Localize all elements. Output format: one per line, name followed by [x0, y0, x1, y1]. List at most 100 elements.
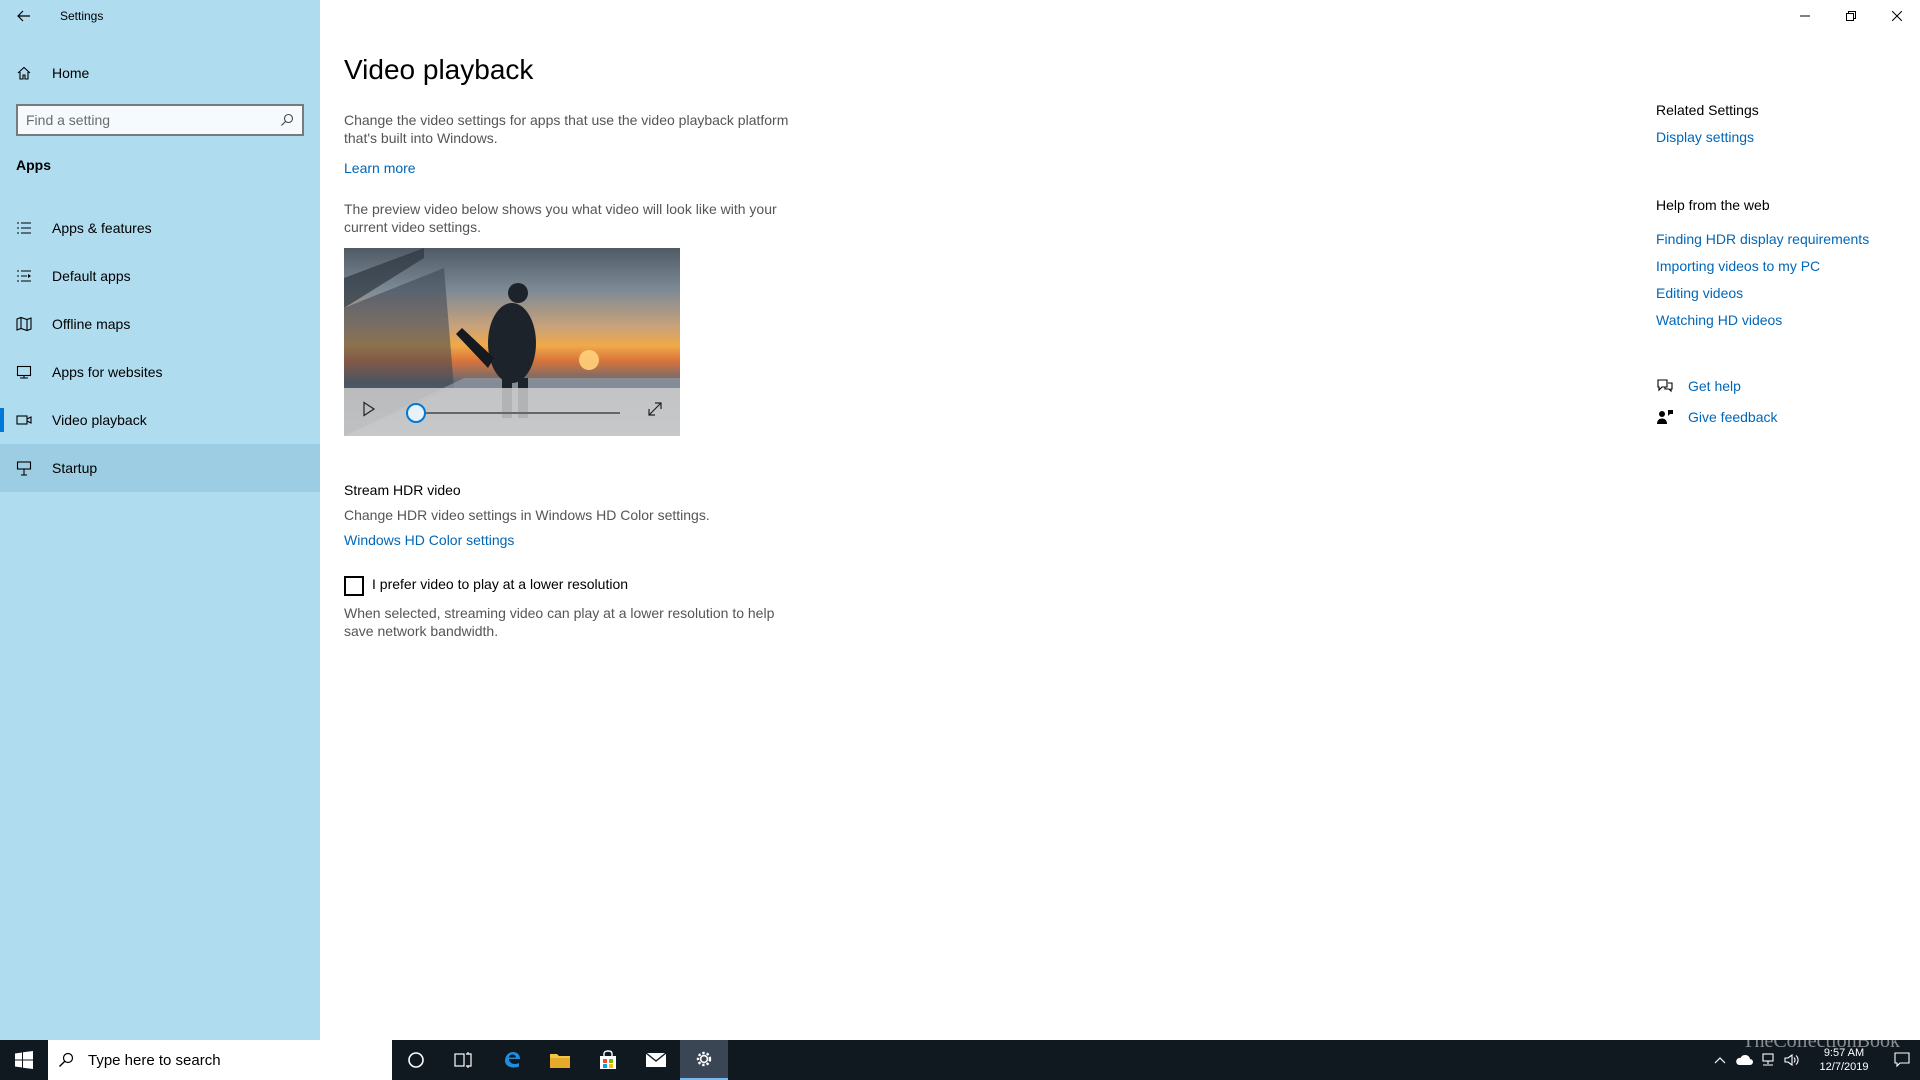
- get-help-row[interactable]: Get help: [1656, 378, 1741, 394]
- show-hidden-icons-button[interactable]: [1708, 1056, 1732, 1064]
- intro-text: Change the video settings for apps that …: [344, 112, 789, 146]
- restore-button[interactable]: [1828, 0, 1874, 32]
- onedrive-button[interactable]: [1732, 1054, 1756, 1066]
- mail-button[interactable]: [632, 1040, 680, 1080]
- lower-resolution-description: When selected, streaming video can play …: [344, 605, 775, 639]
- taskbar-search-placeholder: Type here to search: [88, 1051, 221, 1069]
- video-preview[interactable]: [344, 248, 680, 436]
- sidebar-item-label: Offline maps: [52, 316, 131, 332]
- gear-icon: [696, 1051, 712, 1067]
- help-link-hdr-requirements[interactable]: Finding HDR display requirements: [1656, 231, 1869, 247]
- cortana-icon: [408, 1052, 424, 1068]
- related-settings-title: Related Settings: [1656, 102, 1759, 118]
- give-feedback-row[interactable]: Give feedback: [1656, 409, 1778, 425]
- default-apps-icon: [16, 268, 38, 284]
- video-seek-track[interactable]: [406, 412, 620, 414]
- back-arrow-icon: [17, 10, 30, 22]
- get-help-icon: [1656, 378, 1676, 394]
- help-from-web-title: Help from the web: [1656, 197, 1770, 213]
- map-icon: [16, 316, 38, 332]
- video-seek-thumb[interactable]: [406, 403, 426, 423]
- home-icon: [16, 65, 38, 81]
- watermark: TheCollectionBook: [1742, 1030, 1900, 1052]
- network-button[interactable]: [1756, 1053, 1780, 1067]
- folder-icon: [550, 1054, 570, 1068]
- lower-resolution-label[interactable]: I prefer video to play at a lower resolu…: [372, 576, 628, 592]
- restore-icon: [1846, 11, 1856, 21]
- learn-more-link[interactable]: Learn more: [344, 160, 416, 176]
- section-title: Apps: [16, 157, 51, 173]
- task-view-icon: [454, 1052, 472, 1068]
- play-icon[interactable]: [362, 401, 376, 417]
- minimize-button[interactable]: [1782, 0, 1828, 32]
- video-icon: [16, 412, 38, 428]
- help-link-importing-videos[interactable]: Importing videos to my PC: [1656, 258, 1820, 274]
- window-controls: [1782, 0, 1920, 32]
- selection-indicator: [0, 408, 4, 432]
- list-icon: [16, 220, 38, 236]
- close-icon: [1892, 11, 1902, 21]
- find-setting-search-box[interactable]: [16, 104, 304, 136]
- sidebar-item-label: Apps for websites: [52, 364, 163, 380]
- volume-button[interactable]: [1780, 1053, 1804, 1067]
- sidebar-item-offline-maps[interactable]: Offline maps: [0, 300, 320, 348]
- sidebar-item-video-playback[interactable]: Video playback: [0, 396, 320, 444]
- close-button[interactable]: [1874, 0, 1920, 32]
- startup-icon: [16, 460, 38, 476]
- mail-icon: [645, 1052, 667, 1067]
- file-explorer-button[interactable]: [536, 1040, 584, 1080]
- taskbar: Type here to search 9:57 AM 12/7/2019: [0, 1040, 1920, 1080]
- help-link-watching-hd[interactable]: Watching HD videos: [1656, 312, 1782, 328]
- sidebar-item-apps-features[interactable]: Apps & features: [0, 204, 320, 252]
- edge-button[interactable]: [488, 1040, 536, 1080]
- lower-resolution-checkbox[interactable]: [344, 576, 364, 596]
- app-title: Settings: [60, 9, 104, 23]
- sidebar-item-default-apps[interactable]: Default apps: [0, 252, 320, 300]
- help-link-editing-videos[interactable]: Editing videos: [1656, 285, 1743, 301]
- find-setting-input[interactable]: [26, 112, 280, 128]
- sidebar-item-label: Apps & features: [52, 220, 152, 236]
- minimize-icon: [1800, 15, 1810, 17]
- preview-description: The preview video below shows you what v…: [344, 201, 777, 235]
- hd-color-settings-link[interactable]: Windows HD Color settings: [344, 532, 514, 548]
- sidebar-item-startup[interactable]: Startup: [0, 444, 320, 492]
- task-view-button[interactable]: [440, 1040, 488, 1080]
- start-button[interactable]: [0, 1040, 48, 1080]
- network-icon: [1762, 1053, 1774, 1066]
- get-help-link[interactable]: Get help: [1688, 378, 1741, 394]
- speaker-icon: [1784, 1053, 1799, 1067]
- hdr-heading: Stream HDR video: [344, 482, 461, 498]
- home-nav-item[interactable]: Home: [0, 54, 320, 92]
- cloud-icon: [1736, 1054, 1753, 1065]
- fullscreen-icon[interactable]: [646, 400, 664, 418]
- sidebar-item-apps-for-websites[interactable]: Apps for websites: [0, 348, 320, 396]
- action-center-button[interactable]: [1884, 1052, 1920, 1068]
- web-apps-icon: [16, 364, 38, 380]
- clock-date: 12/7/2019: [1819, 1061, 1869, 1073]
- search-icon: [59, 1052, 74, 1067]
- back-button[interactable]: [0, 0, 48, 32]
- store-bag-icon: [600, 1050, 616, 1069]
- sidebar: Settings Home Apps Apps & features Defau…: [0, 0, 320, 1040]
- settings-taskbar-button[interactable]: [680, 1040, 728, 1080]
- display-settings-link[interactable]: Display settings: [1656, 129, 1754, 145]
- video-controls: [344, 388, 680, 436]
- cortana-button[interactable]: [392, 1040, 440, 1080]
- sidebar-item-label: Video playback: [52, 412, 147, 428]
- home-label: Home: [52, 65, 90, 81]
- main-content: Video playback Change the video settings…: [320, 0, 1920, 1040]
- nav-list: Apps & features Default apps Offline map…: [0, 204, 320, 492]
- title-bar: Settings: [0, 0, 320, 32]
- notification-icon: [1894, 1052, 1910, 1068]
- search-icon[interactable]: [280, 113, 294, 127]
- feedback-icon: [1656, 409, 1676, 425]
- sidebar-item-label: Startup: [52, 460, 98, 476]
- chevron-up-icon: [1714, 1057, 1726, 1064]
- store-button[interactable]: [584, 1040, 632, 1080]
- windows-logo-icon: [15, 1051, 33, 1069]
- taskbar-search-box[interactable]: Type here to search: [48, 1040, 392, 1080]
- hdr-description: Change HDR video settings in Windows HD …: [344, 507, 710, 523]
- sidebar-item-label: Default apps: [52, 268, 131, 284]
- give-feedback-link[interactable]: Give feedback: [1688, 409, 1778, 425]
- page-title: Video playback: [344, 54, 534, 85]
